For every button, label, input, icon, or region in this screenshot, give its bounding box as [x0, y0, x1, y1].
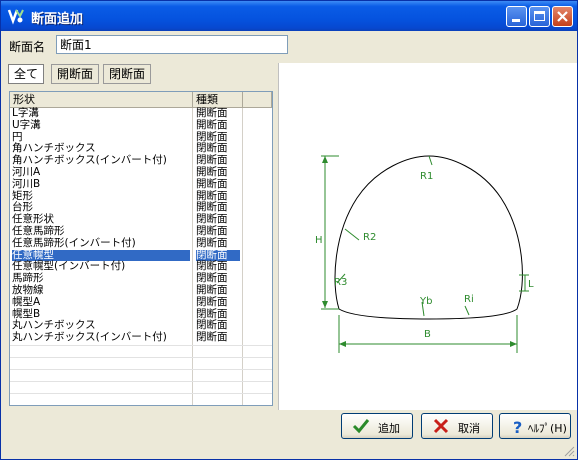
- list-item[interactable]: 放物線 開断面: [10, 283, 272, 297]
- section-shape-drawing: R1 R2 R3 H Yb Ri B L: [315, 155, 534, 353]
- help-button[interactable]: ? ﾍﾙﾌﾟ(H): [499, 413, 571, 439]
- row-divider: [10, 381, 272, 382]
- column-header-shape[interactable]: 形状: [10, 92, 193, 108]
- section-type: 開断面: [196, 283, 228, 296]
- shape-name: 河川B: [12, 177, 41, 190]
- shape-name: U字溝: [12, 118, 41, 131]
- column-header-blank: [243, 92, 272, 108]
- list-item[interactable]: 矩形 開断面: [10, 190, 272, 203]
- checkmark-icon: [352, 419, 370, 434]
- section-type: 閉断面: [196, 331, 228, 344]
- list-item[interactable]: 馬蹄形 閉断面: [10, 272, 272, 285]
- list-item[interactable]: L字溝 開断面: [10, 107, 272, 120]
- label-r3: R3: [334, 277, 347, 288]
- section-type: 開断面: [196, 118, 228, 131]
- close-icon: [557, 11, 568, 22]
- maximize-button[interactable]: [529, 6, 550, 27]
- cancel-button[interactable]: 取消: [421, 413, 493, 439]
- tab-open-section[interactable]: 開断面: [51, 64, 99, 84]
- window-title: 断面追加: [31, 12, 84, 27]
- list-item[interactable]: 河川A 開断面: [10, 165, 272, 179]
- add-button[interactable]: 追加: [341, 413, 413, 439]
- close-button[interactable]: [552, 6, 573, 27]
- shape-list[interactable]: 形状 種類 L字溝 開断面 U字溝 開断面円閉断面 角ハンチボックス 閉断面 角ハンチボック…: [9, 91, 273, 406]
- minimize-button[interactable]: [506, 6, 527, 27]
- question-icon: ?: [513, 418, 522, 436]
- shape-name: 幌型A: [12, 295, 41, 308]
- maximize-icon: [534, 11, 545, 21]
- section-type: 閉断面: [196, 236, 228, 249]
- dimension-arrows: [322, 156, 517, 347]
- list-item[interactable]: U字溝 開断面: [10, 118, 272, 132]
- tab-closed-section[interactable]: 閉断面: [103, 64, 151, 84]
- section-name-label: 断面名: [9, 40, 46, 54]
- cancel-button-label: 取消: [458, 422, 480, 435]
- help-button-label: ﾍﾙﾌﾟ(H): [528, 422, 567, 435]
- section-preview: R1 R2 R3 H Yb Ri B L: [278, 63, 577, 410]
- minimize-icon: [512, 19, 520, 22]
- label-r1: R1: [420, 171, 433, 182]
- dialog-window: 断面追加 断面名 全て 開断面 閉断面 形状 種類 L字溝開断面U字溝開断面円閉…: [0, 0, 578, 460]
- label-ri: Ri: [464, 294, 474, 305]
- app-icon: [7, 9, 24, 25]
- label-r2: R2: [363, 232, 376, 243]
- shape-name: 任意馬蹄形: [12, 224, 65, 237]
- dimension-lines: [321, 155, 529, 353]
- section-type: 開断面: [196, 165, 228, 178]
- tab-all[interactable]: 全て: [8, 64, 44, 84]
- label-b: B: [424, 329, 431, 340]
- resize-grip-icon[interactable]: [564, 446, 575, 457]
- label-h: H: [315, 235, 323, 246]
- row-divider: [10, 357, 272, 358]
- add-button-label: 追加: [378, 422, 400, 435]
- shape-name: 河川A: [12, 165, 41, 178]
- section-type: 開断面: [196, 177, 228, 190]
- row-divider: [10, 345, 272, 346]
- section-type: 閉断面: [196, 224, 228, 237]
- section-type: 閉断面: [196, 295, 228, 308]
- list-item[interactable]: 丸ハンチボックス(インバート付) 閉断面: [10, 331, 272, 344]
- row-divider: [10, 393, 272, 394]
- title-bar[interactable]: 断面追加: [1, 1, 577, 31]
- label-l: L: [528, 279, 534, 290]
- section-name-input[interactable]: [56, 35, 288, 54]
- list-header: 形状 種類: [10, 92, 272, 108]
- svg-text:?: ?: [513, 418, 522, 436]
- status-bar: [1, 443, 577, 459]
- list-item[interactable]: 任意馬蹄形(インバート付) 閉断面: [10, 236, 272, 250]
- shape-name: 丸ハンチボックス(インバート付): [12, 331, 167, 344]
- list-item[interactable]: 任意幌型(インバート付) 閉断面: [10, 261, 272, 273]
- cross-icon: [433, 418, 449, 434]
- list-item[interactable]: 河川B 開断面: [10, 177, 272, 191]
- shape-name: 任意馬蹄形(インバート付): [12, 236, 136, 249]
- label-yb: Yb: [419, 296, 432, 307]
- list-item[interactable]: 幌型A 閉断面: [10, 295, 272, 309]
- column-header-type[interactable]: 種類: [193, 92, 243, 108]
- list-item[interactable]: 任意馬蹄形 閉断面: [10, 224, 272, 238]
- list-item[interactable]: 角ハンチボックス(インバート付) 閉断面: [10, 154, 272, 167]
- shape-name: 放物線: [12, 283, 44, 296]
- row-divider: [10, 369, 272, 370]
- list-rows: L字溝 開断面 U字溝 開断面円閉断面 角ハンチボックス 閉断面 角ハンチボックス(インバー…: [10, 107, 272, 344]
